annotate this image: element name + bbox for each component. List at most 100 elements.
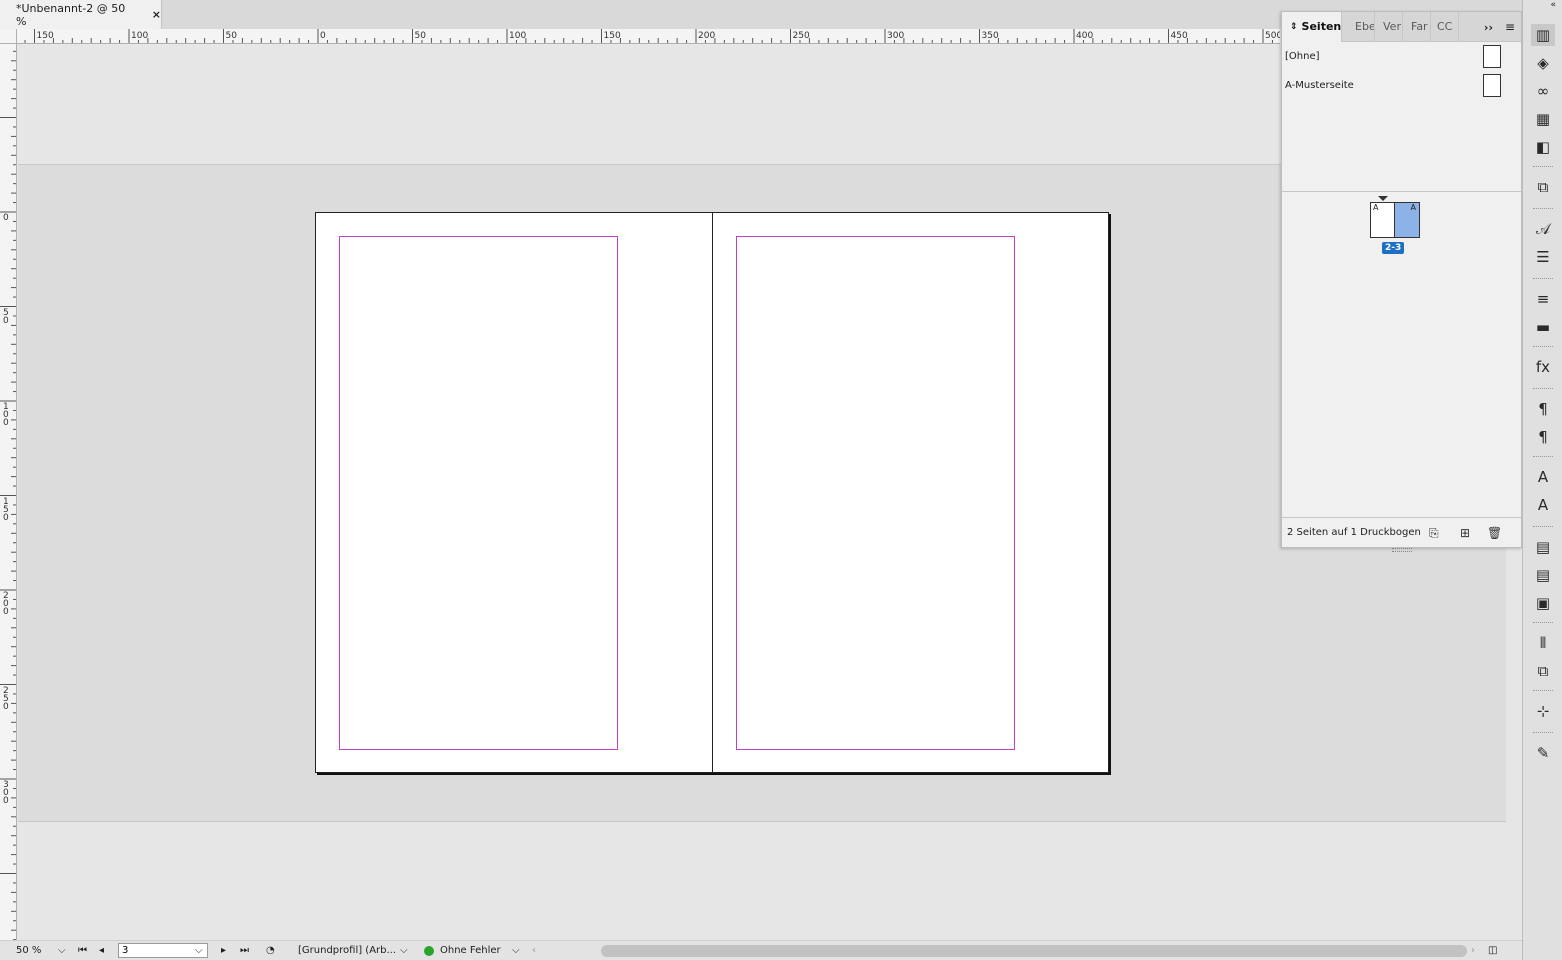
table-icon[interactable]: ▤ [1531, 536, 1555, 558]
scripts-icon[interactable]: ✎ [1531, 742, 1555, 764]
horizontal-ruler[interactable]: 15010050050100150200250300350400450500 [17, 29, 1280, 44]
document-pages-section: A A 2-3 [1282, 192, 1521, 518]
dock-separator [1533, 166, 1553, 168]
dock-separator [1533, 690, 1553, 692]
ruler-label: 450 [1171, 31, 1188, 41]
preflight-status-dot [424, 946, 434, 956]
tab-cc-libraries[interactable]: CC [1431, 11, 1459, 42]
gradient-icon[interactable]: ▬ [1531, 316, 1555, 338]
previous-page-icon[interactable]: ◂ [99, 944, 104, 958]
ruler-label: 400 [1076, 31, 1093, 41]
master-a-label: A-Musterseite [1285, 80, 1354, 91]
last-page-icon[interactable]: ⏭ [240, 944, 249, 958]
transform-icon[interactable]: ⊹ [1531, 700, 1555, 722]
first-page-icon[interactable]: ⏮ [78, 944, 87, 958]
new-page-icon[interactable]: ⊞ [1460, 526, 1470, 540]
horizontal-ruler-ticks: 15010050050100150200250300350400450500 [24, 29, 1280, 43]
ruler-origin[interactable] [0, 29, 17, 44]
tab-layers-label: Ebe [1355, 20, 1375, 33]
ruler-label: 500 [1265, 31, 1280, 41]
page-3-master-letter: A [1410, 203, 1416, 212]
dock-separator [1533, 456, 1553, 458]
scroll-left-icon[interactable]: ‹ [532, 944, 536, 958]
ruler-label: 100 [509, 31, 526, 41]
open-document-icon[interactable]: ◔ [266, 944, 275, 958]
paragraph-icon[interactable]: ¶ [1531, 398, 1555, 420]
panel-tab-strip: ⇕ Seiten Ebe Ver Far CC ›› ≡ [1282, 11, 1521, 42]
spread-thumbnail[interactable]: A A [1370, 202, 1421, 238]
pathfinder-icon[interactable]: ⧉ [1531, 660, 1555, 682]
master-a[interactable]: A-Musterseite [1282, 71, 1521, 100]
tab-cc-label: CC [1437, 20, 1453, 33]
panel-resize-grip[interactable] [1392, 548, 1412, 552]
ruler-label: 250 [793, 31, 810, 41]
pages-panel: ⇕ Seiten Ebe Ver Far CC ›› ≡ [Ohne] A-Mu… [1281, 11, 1522, 552]
document-tab[interactable]: *Unbenannt-2 @ 50 % × [0, 0, 162, 29]
ruler-label: 0 [3, 213, 9, 223]
character-styles-icon[interactable]: 𝒜 [1531, 218, 1555, 240]
layers-icon[interactable]: ◈ [1531, 52, 1555, 74]
ruler-label: 150 [3, 496, 9, 523]
dock-separator [1533, 526, 1553, 528]
collapse-dock-icon[interactable]: « [1550, 0, 1556, 10]
cell-styles-icon[interactable]: ▣ [1531, 592, 1555, 614]
split-window-icon[interactable]: ◫ [1488, 944, 1497, 958]
tab-swatches-label: Far [1411, 20, 1428, 33]
align-icon[interactable]: ⫴ [1531, 632, 1555, 654]
swatches-icon[interactable]: ▦ [1531, 108, 1555, 130]
next-page-icon[interactable]: ▸ [221, 944, 226, 958]
preflight-profile[interactable]: [Grundprofil] (Arb... [298, 944, 396, 958]
spread-spine [712, 213, 713, 772]
tab-swatches[interactable]: Far [1403, 11, 1431, 42]
panel-menu-icon[interactable]: ≡ [1505, 20, 1515, 34]
object-styles-icon[interactable]: A [1531, 494, 1555, 516]
horizontal-scrollbar[interactable] [601, 945, 1467, 957]
paragraph-align-icon[interactable]: ☰ [1531, 246, 1555, 268]
page-spread[interactable] [315, 212, 1109, 773]
chevron-updown-icon: ⇕ [1290, 21, 1298, 32]
ruler-label: 200 [3, 591, 9, 617]
master-none[interactable]: [Ohne] [1282, 42, 1521, 71]
page-3-thumbnail[interactable]: A [1395, 202, 1420, 238]
paragraph-styles-icon[interactable]: ¶ [1531, 426, 1555, 448]
ruler-label: 100 [3, 402, 9, 428]
delete-page-icon[interactable]: 🗑 [1487, 526, 1502, 540]
more-tabs-icon[interactable]: ›› [1484, 21, 1493, 34]
tab-links-label: Ver [1383, 20, 1401, 33]
zoom-dropdown-icon[interactable]: ⌵ [58, 944, 66, 958]
pages-icon[interactable]: ▥ [1531, 24, 1555, 46]
master-a-thumbnail[interactable] [1483, 74, 1501, 97]
zoom-level[interactable]: 50 % [16, 944, 41, 958]
stroke-icon[interactable]: ≡ [1531, 288, 1555, 310]
page-2-thumbnail[interactable]: A [1370, 202, 1395, 238]
preflight-dropdown-icon[interactable]: ⌵ [512, 944, 520, 958]
character-icon[interactable]: A [1531, 466, 1555, 488]
scroll-right-icon[interactable]: › [1471, 944, 1475, 958]
page-dropdown-icon[interactable]: ⌵ [195, 944, 203, 958]
ruler-label: 350 [982, 31, 999, 41]
ruler-label: 50 [226, 31, 238, 41]
tab-pages[interactable]: ⇕ Seiten [1282, 11, 1342, 42]
document-tab-title: *Unbenannt-2 @ 50 % [16, 1, 126, 28]
tab-layers[interactable]: Ebe [1342, 11, 1375, 42]
page-2-master-letter: A [1373, 203, 1379, 212]
dock-separator [1533, 622, 1553, 624]
cc-libraries-icon[interactable]: ⧉ [1531, 176, 1555, 198]
pages-panel-footer: 2 Seiten auf 1 Druckbogen ⎘ ⊞ 🗑 [1282, 517, 1521, 547]
dock-separator [1533, 732, 1553, 734]
tab-pages-label: Seiten [1301, 20, 1342, 33]
close-tab-icon[interactable]: × [152, 8, 161, 21]
table-styles-icon[interactable]: ▤ [1531, 564, 1555, 586]
ruler-label: 100 [131, 31, 148, 41]
dock-separator [1533, 278, 1553, 280]
edit-page-size-icon[interactable]: ⎘ [1429, 526, 1439, 541]
page-transition-icon[interactable]: ◧ [1531, 136, 1555, 158]
ruler-label: 50 [3, 307, 9, 326]
vertical-ruler[interactable]: 0 50 100 150 200 250 300 [0, 44, 17, 942]
master-none-thumbnail[interactable] [1483, 45, 1501, 68]
effects-icon[interactable]: fx [1531, 356, 1555, 378]
ruler-label: 200 [698, 31, 715, 41]
links-icon[interactable]: ∞ [1531, 80, 1555, 102]
profile-dropdown-icon[interactable]: ⌵ [400, 944, 408, 958]
tab-links[interactable]: Ver [1375, 11, 1403, 42]
